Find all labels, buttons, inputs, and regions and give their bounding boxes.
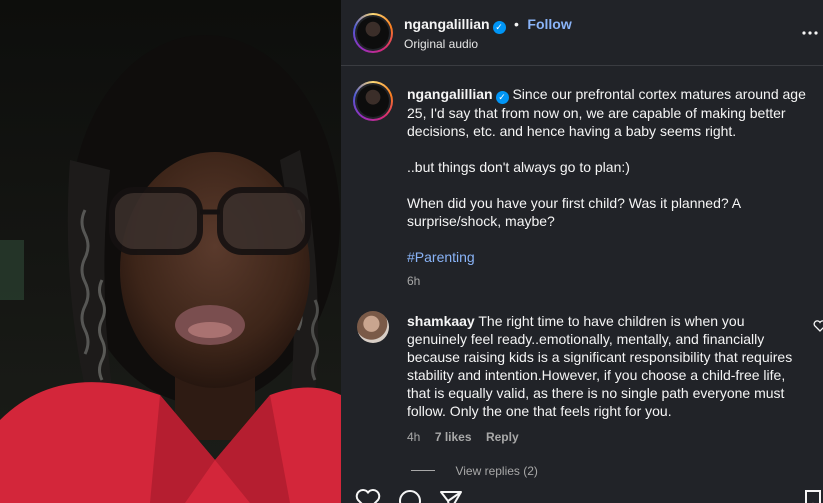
comment-meta: 4h 7 likes Reply	[407, 428, 795, 446]
comment: shamkaay The right time to have children…	[407, 312, 795, 446]
reply-button[interactable]: Reply	[486, 430, 519, 444]
comment-avatar[interactable]	[357, 311, 389, 343]
comment-like-heart-icon[interactable]	[813, 319, 823, 332]
audio-label[interactable]: Original audio	[404, 37, 478, 51]
verified-icon: ✓	[492, 21, 506, 34]
comment-username[interactable]: shamkaay	[407, 313, 475, 329]
hashtag-link[interactable]: #Parenting	[407, 248, 807, 266]
heart-icon[interactable]	[355, 488, 381, 503]
caption-time[interactable]: 6h	[407, 274, 807, 288]
view-replies-label: View replies (2)	[455, 464, 538, 478]
caption-paragraph-1: ngangalillian ✓ Since our prefrontal cort…	[407, 85, 807, 140]
verified-icon: ✓	[495, 91, 509, 104]
caption-paragraph-2: ..but things don't always go to plan:)	[407, 159, 630, 175]
bookmark-icon[interactable]	[803, 489, 823, 503]
comment-icon[interactable]	[397, 488, 423, 503]
video-player[interactable]	[0, 0, 341, 503]
view-replies[interactable]: View replies (2)	[411, 462, 538, 480]
header-divider	[341, 65, 823, 66]
post-panel: ngangalillian ✓ • Follow Original audio n…	[341, 0, 823, 503]
follow-button[interactable]: Follow	[527, 16, 571, 32]
comment-body: shamkaay The right time to have children…	[407, 312, 795, 420]
caption: ngangalillian ✓ Since our prefrontal cort…	[407, 85, 807, 288]
header-username[interactable]: ngangalillian	[404, 16, 490, 32]
more-icon[interactable]	[801, 22, 819, 40]
share-icon[interactable]	[438, 488, 464, 503]
header-user-row: ngangalillian ✓ • Follow	[404, 16, 572, 34]
caption-username[interactable]: ngangalillian	[407, 86, 493, 102]
comment-time[interactable]: 4h	[407, 430, 420, 444]
comment-likes[interactable]: 7 likes	[435, 430, 472, 444]
caption-avatar[interactable]	[353, 81, 393, 121]
caption-paragraph-3: When did you have your first child? Was …	[407, 195, 741, 229]
header-avatar[interactable]	[353, 13, 393, 53]
video-frame	[0, 35, 341, 503]
separator-dot: •	[514, 16, 519, 32]
replies-line	[411, 470, 435, 472]
